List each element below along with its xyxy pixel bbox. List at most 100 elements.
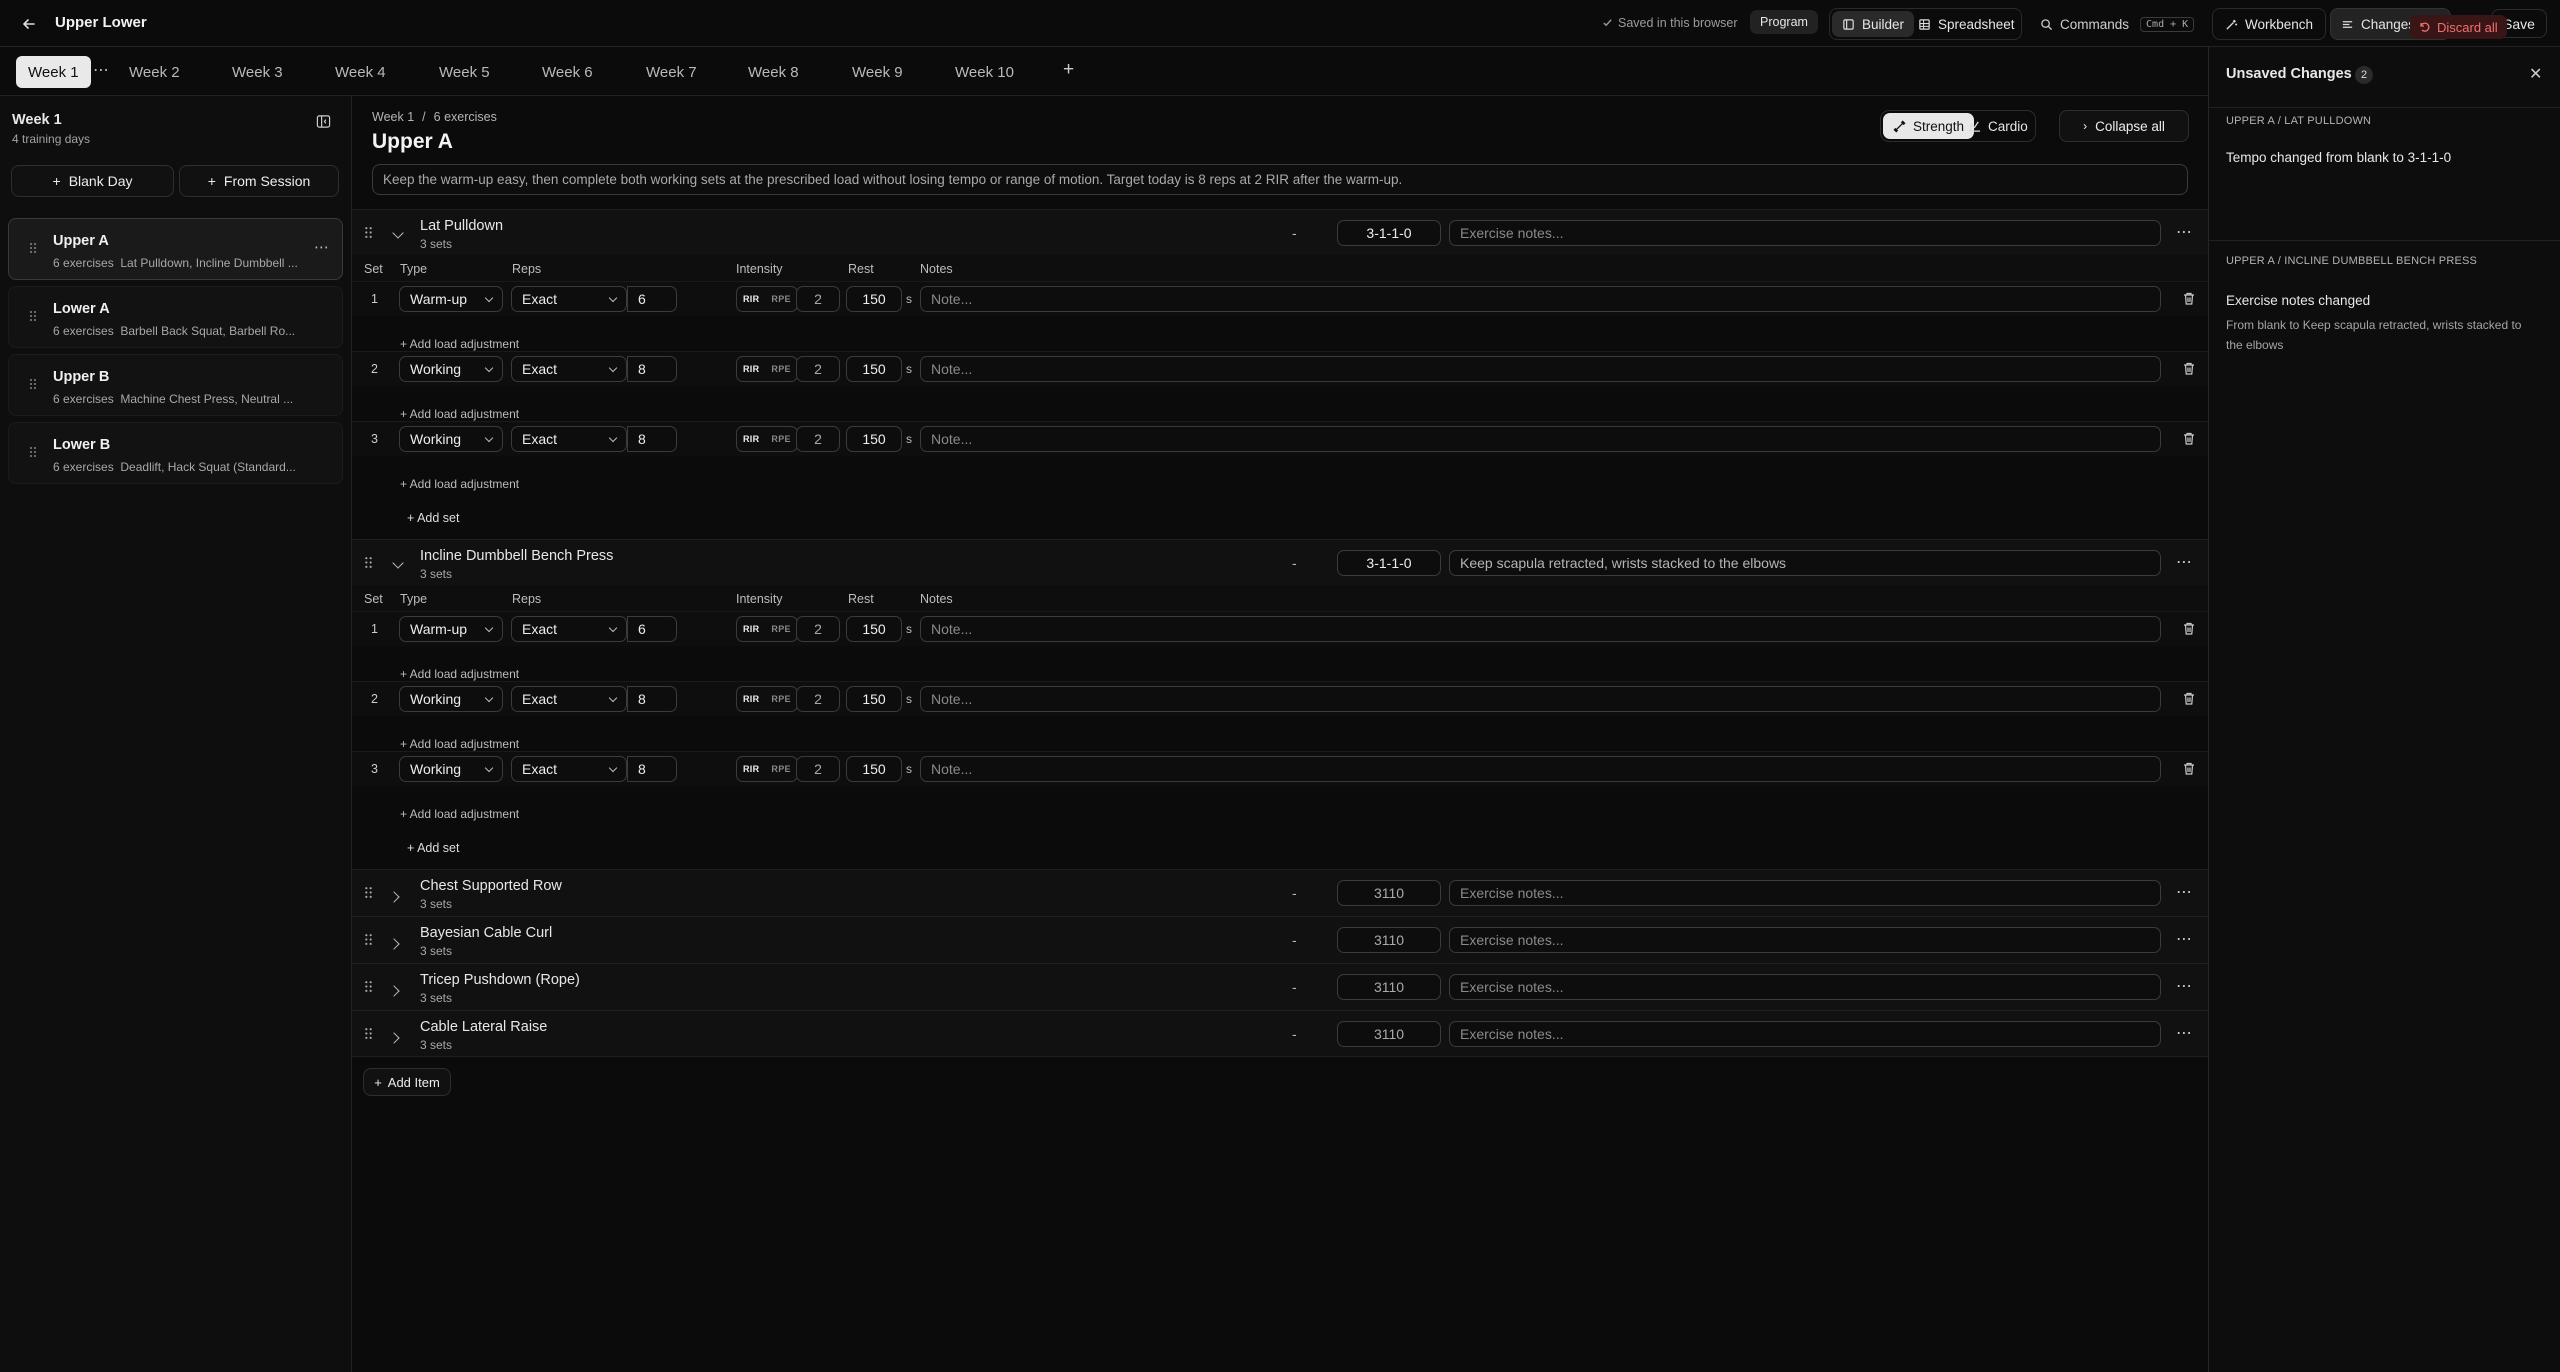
drag-handle-icon[interactable] — [29, 445, 37, 461]
exercise-notes-input[interactable]: Exercise notes... — [1449, 974, 2161, 1000]
exercise-options-icon[interactable]: ⋯ — [2176, 1023, 2192, 1043]
collapse-all-button[interactable]: › Collapse all — [2059, 110, 2189, 142]
reps-input[interactable]: 8 — [627, 426, 677, 452]
rest-input[interactable]: 150 — [846, 616, 902, 642]
set-type-select[interactable]: Warm-up — [399, 286, 503, 312]
exercise-notes-input[interactable]: Exercise notes... — [1449, 220, 2161, 246]
day-options-icon[interactable]: ⋯ — [314, 238, 329, 256]
add-set-button[interactable]: + Add set — [407, 511, 459, 525]
reps-mode-select[interactable]: Exact — [511, 616, 627, 642]
breadcrumb-week[interactable]: Week 1 — [372, 110, 414, 124]
drag-handle-icon[interactable] — [364, 886, 373, 902]
trash-icon[interactable] — [2183, 292, 2195, 308]
exercise-options-icon[interactable]: ⋯ — [2176, 929, 2192, 949]
reps-input[interactable]: 8 — [627, 756, 677, 782]
set-note-input[interactable]: Note... — [920, 426, 2161, 452]
tab-week-10[interactable]: Week 10 — [943, 56, 1026, 88]
reps-input[interactable]: 6 — [627, 616, 677, 642]
day-item-lower-a[interactable]: Lower A 6 exercises Barbell Back Squat, … — [8, 286, 343, 348]
week-options-icon[interactable]: ⋯ — [93, 60, 109, 80]
set-note-input[interactable]: Note... — [920, 356, 2161, 382]
tab-week-1[interactable]: Week 1 — [16, 56, 91, 88]
day-item-lower-b[interactable]: Lower B 6 exercises Deadlift, Hack Squat… — [8, 422, 343, 484]
drag-handle-icon[interactable] — [29, 241, 37, 257]
rest-input[interactable]: 150 — [846, 686, 902, 712]
expand-chevron-icon[interactable] — [388, 935, 400, 951]
rest-input[interactable]: 150 — [846, 756, 902, 782]
collapse-sidebar-icon[interactable] — [316, 114, 331, 129]
collapse-chevron-icon[interactable] — [392, 554, 404, 570]
tab-week-3[interactable]: Week 3 — [220, 56, 295, 88]
reps-mode-select[interactable]: Exact — [511, 756, 627, 782]
drag-handle-icon[interactable] — [364, 556, 373, 572]
intensity-mode-toggle[interactable]: RIR RPE — [736, 286, 798, 312]
expand-chevron-icon[interactable] — [388, 888, 400, 904]
add-item-button[interactable]: + Add Item — [363, 1068, 451, 1096]
add-load-adjustment-link[interactable]: + Add load adjustment — [400, 807, 519, 821]
exercise-name[interactable]: Bayesian Cable Curl — [420, 925, 552, 941]
rpe-option[interactable]: RPE — [765, 687, 796, 711]
tab-week-4[interactable]: Week 4 — [323, 56, 398, 88]
add-load-adjustment-link[interactable]: + Add load adjustment — [400, 407, 519, 421]
rir-option[interactable]: RIR — [737, 287, 765, 311]
exercise-notes-input[interactable]: Exercise notes... — [1449, 1021, 2161, 1047]
exercise-name[interactable]: Cable Lateral Raise — [420, 1019, 547, 1035]
from-session-button[interactable]: + From Session — [179, 165, 339, 197]
reps-mode-select[interactable]: Exact — [511, 686, 627, 712]
set-note-input[interactable]: Note... — [920, 616, 2161, 642]
rir-option[interactable]: RIR — [737, 687, 765, 711]
exercise-options-icon[interactable]: ⋯ — [2176, 882, 2192, 902]
trash-icon[interactable] — [2183, 692, 2195, 708]
exercise-notes-input[interactable]: Exercise notes... — [1449, 927, 2161, 953]
rpe-option[interactable]: RPE — [765, 287, 796, 311]
spreadsheet-tab[interactable]: Spreadsheet — [1908, 11, 2025, 37]
drag-handle-icon[interactable] — [364, 1027, 373, 1043]
commands-button[interactable]: Commands Cmd + K — [2030, 10, 2204, 38]
rest-input[interactable]: 150 — [846, 426, 902, 452]
drag-handle-icon[interactable] — [364, 933, 373, 949]
add-load-adjustment-link[interactable]: + Add load adjustment — [400, 737, 519, 751]
rest-input[interactable]: 150 — [846, 356, 902, 382]
builder-tab[interactable]: Builder — [1832, 11, 1915, 37]
change-item[interactable]: UPPER A / INCLINE DUMBBELL BENCH PRESS E… — [2209, 241, 2560, 361]
set-note-input[interactable]: Note... — [920, 286, 2161, 312]
tempo-input[interactable]: 3-1-1-0 — [1337, 220, 1441, 246]
expand-chevron-icon[interactable] — [388, 982, 400, 998]
rpe-option[interactable]: RPE — [765, 757, 796, 781]
set-type-select[interactable]: Working — [399, 686, 503, 712]
day-notes-field[interactable]: Keep the warm-up easy, then complete bot… — [372, 164, 2188, 195]
trash-icon[interactable] — [2183, 762, 2195, 778]
rir-option[interactable]: RIR — [737, 427, 765, 451]
set-note-input[interactable]: Note... — [920, 686, 2161, 712]
drag-handle-icon[interactable] — [364, 226, 373, 242]
change-item[interactable]: UPPER A / LAT PULLDOWN Tempo changed fro… — [2209, 107, 2560, 241]
intensity-mode-toggle[interactable]: RIR RPE — [736, 686, 798, 712]
set-type-select[interactable]: Working — [399, 356, 503, 382]
set-note-input[interactable]: Note... — [920, 756, 2161, 782]
program-button[interactable]: Program — [1750, 10, 1818, 34]
tab-week-6[interactable]: Week 6 — [530, 56, 605, 88]
rir-input[interactable]: 2 — [796, 686, 840, 712]
exercise-options-icon[interactable]: ⋯ — [2176, 222, 2192, 242]
rir-input[interactable]: 2 — [796, 286, 840, 312]
drag-handle-icon[interactable] — [29, 309, 37, 325]
reps-mode-select[interactable]: Exact — [511, 286, 627, 312]
tab-week-9[interactable]: Week 9 — [840, 56, 915, 88]
drag-handle-icon[interactable] — [29, 377, 37, 393]
reps-input[interactable]: 6 — [627, 286, 677, 312]
add-week-icon[interactable]: + — [1063, 59, 1074, 81]
rir-option[interactable]: RIR — [737, 617, 765, 641]
day-item-upper-a[interactable]: Upper A 6 exercises Lat Pulldown, Inclin… — [8, 218, 343, 280]
tempo-input[interactable]: 3110 — [1337, 880, 1441, 906]
tempo-input[interactable]: 3110 — [1337, 1021, 1441, 1047]
reps-mode-select[interactable]: Exact — [511, 426, 627, 452]
add-load-adjustment-link[interactable]: + Add load adjustment — [400, 337, 519, 351]
rir-input[interactable]: 2 — [796, 356, 840, 382]
add-set-button[interactable]: + Add set — [407, 841, 459, 855]
back-arrow-icon[interactable] — [20, 15, 38, 33]
collapse-chevron-icon[interactable] — [392, 224, 404, 240]
rir-input[interactable]: 2 — [796, 616, 840, 642]
set-type-select[interactable]: Working — [399, 756, 503, 782]
set-type-select[interactable]: Working — [399, 426, 503, 452]
rpe-option[interactable]: RPE — [765, 617, 796, 641]
